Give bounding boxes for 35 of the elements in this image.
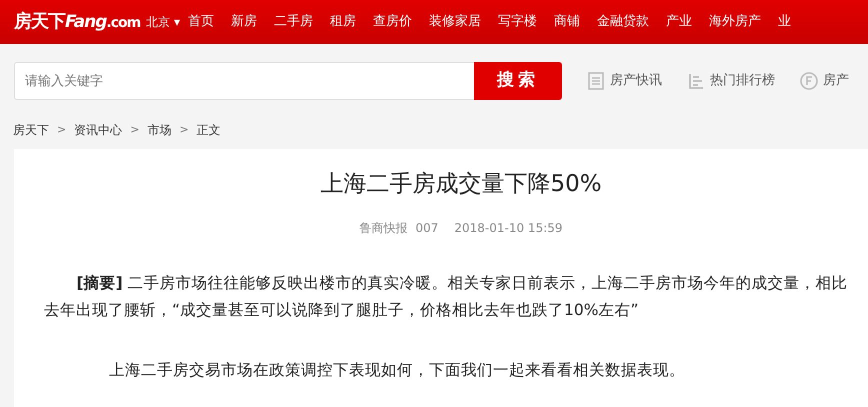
article-time: 2018-01-10 15:59 bbox=[454, 220, 563, 237]
breadcrumb-link[interactable]: 房天下 bbox=[13, 121, 49, 139]
nav-link[interactable]: 查房价 bbox=[373, 12, 412, 32]
site-logo[interactable]: 房天下Fang.com bbox=[0, 8, 146, 36]
breadcrumb-link[interactable]: 正文 bbox=[196, 121, 221, 139]
circle-f-icon[interactable] bbox=[799, 71, 819, 91]
nav-link[interactable]: 二手房 bbox=[274, 12, 314, 32]
article-title: 上海二手房成交量下降50% bbox=[319, 171, 603, 199]
nav-link[interactable]: 租房 bbox=[330, 12, 356, 32]
breadcrumb-separator: > bbox=[130, 122, 140, 138]
nav-link[interactable]: 商铺 bbox=[554, 12, 580, 32]
article-source: 鲁商快报 bbox=[359, 220, 408, 237]
nav-link[interactable]: 海外房产 bbox=[709, 12, 762, 32]
quick-link[interactable]: 房产 bbox=[823, 71, 849, 91]
list-icon[interactable] bbox=[686, 71, 706, 91]
document-icon[interactable] bbox=[586, 71, 606, 91]
breadcrumb-separator: > bbox=[57, 122, 66, 138]
quick-link[interactable]: 热门排行榜 bbox=[710, 71, 775, 91]
article-author: 007 bbox=[415, 220, 438, 237]
nav-link[interactable]: 首页 bbox=[188, 12, 214, 32]
article-paragraph: 上海二手房交易市场在政策调控下表现如何，下面我们一起来看看相关数据表现。 bbox=[108, 360, 686, 381]
nav-link[interactable]: 装修家居 bbox=[429, 12, 482, 32]
breadcrumb-link[interactable]: 资讯中心 bbox=[74, 121, 122, 139]
summary-paragraph: [摘要] 二手房市场往往能够反映出楼市的真实冷暖。相关专家日前表示，上海二手房市场今年的成交量，相比去年出现了腰斩，“成交量甚至可以说降到了腿肚子，价格相比去年也跌了10%左右” bbox=[43, 272, 849, 321]
nav-link[interactable]: 业 bbox=[778, 12, 792, 32]
search-button[interactable]: 搜索 bbox=[474, 62, 562, 100]
breadcrumb-link[interactable]: 市场 bbox=[147, 121, 172, 139]
nav-link[interactable]: 写字楼 bbox=[498, 12, 538, 32]
quick-link[interactable]: 房产快讯 bbox=[610, 71, 662, 91]
city-dropdown[interactable]: 北京 ▾ bbox=[146, 13, 180, 31]
nav-link[interactable]: 新房 bbox=[231, 12, 258, 32]
breadcrumb-separator: > bbox=[179, 122, 189, 138]
search-field[interactable]: 请输入关键字 bbox=[14, 62, 474, 100]
nav-link[interactable]: 金融贷款 bbox=[597, 12, 650, 32]
nav-link[interactable]: 产业 bbox=[666, 12, 692, 32]
